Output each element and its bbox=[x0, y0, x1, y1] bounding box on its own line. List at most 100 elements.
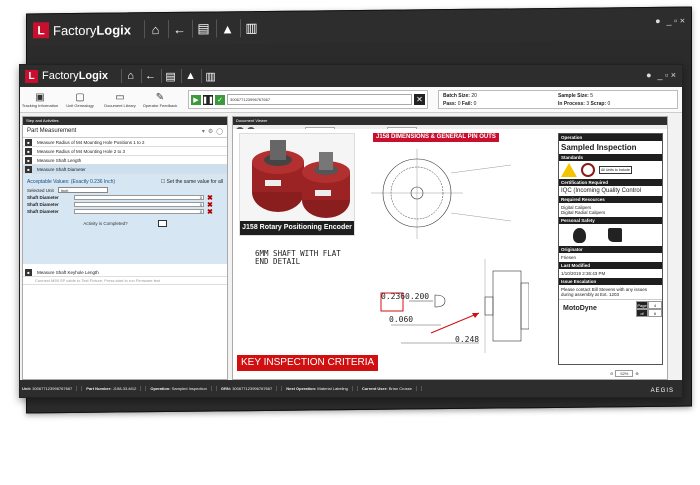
back-arrow-icon[interactable]: ← bbox=[141, 69, 156, 83]
photo-caption: J158 Rotary Positioning Encoder bbox=[240, 221, 354, 235]
escalation-value: Please contact Bill Stevens with any iss… bbox=[561, 287, 648, 297]
task-row[interactable]: ■ Measure Shaft Length bbox=[23, 156, 227, 165]
status-grn: 300677123996767667 bbox=[232, 386, 278, 391]
task-row-active[interactable]: ■ Measure Shaft Diameter bbox=[23, 165, 227, 174]
unit-genealogy-button[interactable]: ▢ Unit Genealogy bbox=[60, 92, 100, 108]
part-measurement-header[interactable]: Part Measurement ▾ ⚙ ◯ bbox=[23, 125, 227, 138]
pass-count: 0 bbox=[457, 101, 461, 107]
app-logo-icon: L bbox=[25, 69, 38, 83]
shaft-diameter-input[interactable]: 0 bbox=[74, 209, 204, 214]
motodyne-logo: MotoDyne bbox=[563, 305, 597, 312]
batch-size-label: Batch Size: bbox=[443, 93, 470, 99]
info-icon[interactable]: ◯ bbox=[216, 128, 223, 135]
standards-icons: All Units to Include bbox=[559, 161, 662, 179]
unit-label: Selected Unit bbox=[27, 187, 54, 193]
barcode-icon[interactable]: ▥ bbox=[201, 69, 216, 83]
safety-boot-icon bbox=[608, 228, 622, 242]
field-label: Shaft Diameter bbox=[27, 202, 59, 207]
play-icon[interactable]: ▶ bbox=[191, 94, 201, 105]
task-status-icon: ■ bbox=[25, 268, 32, 276]
certification-icon bbox=[581, 163, 595, 177]
page-info: Page 4 of 6 bbox=[636, 300, 662, 317]
status-part-number: J158-33-M12 bbox=[112, 386, 142, 391]
check-icon[interactable]: ✓ bbox=[215, 94, 225, 105]
settings-icon[interactable]: ⚙ bbox=[208, 128, 213, 135]
task-row[interactable]: ■ Measure Radius of M4 Mounting Hole 2 to… bbox=[23, 147, 227, 156]
aegis-logo: AEGIS bbox=[650, 388, 674, 394]
operator-feedback-button[interactable]: ✎ Operator Feedback bbox=[140, 92, 180, 108]
copy-icon[interactable]: ▤ bbox=[192, 19, 211, 38]
scan-bar: ▶ ❚❚ ✓ 300677123996767667 ✕ bbox=[188, 90, 428, 109]
remove-icon[interactable]: ✖ bbox=[207, 208, 213, 216]
safety-head: Personal Safety bbox=[559, 217, 662, 224]
status-unit: 300677123996767667 bbox=[32, 386, 78, 391]
back-arrow-icon[interactable]: ← bbox=[168, 19, 187, 39]
status-next-operation: Material Labeling bbox=[317, 386, 353, 391]
batch-size: 20 bbox=[471, 93, 477, 99]
back-window-controls[interactable]: ● _ ▫ × bbox=[655, 16, 685, 26]
home-icon[interactable]: ⌂ bbox=[121, 69, 135, 83]
barcode-icon[interactable]: ▥ bbox=[240, 19, 259, 38]
zoom-in-icon[interactable]: ⊕ bbox=[635, 371, 638, 376]
app-logo-icon: L bbox=[33, 22, 49, 39]
page-total: 6 bbox=[648, 308, 662, 317]
page-number: 4 bbox=[648, 300, 662, 309]
back-titlebar: L FactoryLogix ⌂ ← ▤ ▲ ▥ ● _ ▫ × bbox=[27, 7, 691, 47]
user-icon[interactable]: ● bbox=[646, 70, 651, 80]
tracking-information-button[interactable]: ▣ Tracking Information bbox=[20, 92, 60, 108]
batch-summary: Batch Size: 20 Sample Size: 5 Pass: 0 Fa… bbox=[438, 90, 678, 109]
alert-icon[interactable]: ▲ bbox=[181, 69, 196, 83]
respirator-mask-icon bbox=[573, 227, 586, 243]
in-process-count: 3 bbox=[586, 101, 590, 107]
document-library-button[interactable]: ▭ Document Library bbox=[100, 92, 140, 108]
dimension-0-060: 0.060 bbox=[389, 315, 414, 324]
zoom-level[interactable]: 52% bbox=[615, 370, 634, 377]
dimension-0-200: 0.200 bbox=[405, 292, 430, 301]
shaft-diameter-input[interactable]: 0 bbox=[74, 202, 204, 207]
modified-head: Last Modified bbox=[559, 262, 662, 269]
status-operation: Sampled Inspection bbox=[171, 386, 212, 391]
close-icon[interactable]: ✕ bbox=[414, 94, 425, 105]
shaft-diameter-input[interactable]: 0 bbox=[74, 195, 204, 200]
unit-select[interactable]: Inch bbox=[57, 187, 108, 193]
alert-icon[interactable]: ▲ bbox=[216, 19, 235, 38]
tracking-icon: ▣ bbox=[35, 91, 45, 103]
main-window: L FactoryLogix ⌂ ← ▤ ▲ ▥ ● _ ▫ × ▣ Trackin… bbox=[19, 64, 683, 398]
key-inspection-criteria: KEY INSPECTION CRITERIA bbox=[237, 355, 379, 371]
user-icon[interactable]: ● bbox=[655, 16, 660, 26]
document-viewer-title: Document Viewer bbox=[233, 117, 667, 125]
dimension-0-248: 0.248 bbox=[455, 335, 480, 344]
activity-complete-checkbox[interactable] bbox=[157, 220, 167, 227]
copy-icon[interactable]: ▤ bbox=[161, 69, 176, 83]
steps-panel: Step and Activities Part Measurement ▾ ⚙ ◯… bbox=[22, 116, 228, 380]
status-bar: Unit: 300677123996767667 Part Number: J1… bbox=[20, 380, 682, 397]
dimensions-banner: J158 DIMENSIONS & GENERAL PIN OUTS bbox=[373, 133, 499, 142]
task-status-icon: ■ bbox=[25, 156, 32, 164]
same-value-checkbox[interactable]: ☐ Set the same value for all bbox=[161, 179, 223, 185]
resource-item: Digital Calipers bbox=[561, 205, 592, 210]
zoom-out-icon[interactable]: ⊖ bbox=[610, 371, 613, 376]
activity-complete-label: Activity is Completed? bbox=[83, 221, 128, 226]
scan-input[interactable]: 300677123996767667 bbox=[227, 94, 412, 105]
task-row[interactable]: ■ Measure Radius of M4 Mounting Hole Posi… bbox=[23, 138, 227, 147]
pass-label: Pass: bbox=[443, 101, 457, 107]
shaft-detail-text: 6MM SHAFT WITH FLAT END DETAIL bbox=[255, 249, 341, 266]
home-icon[interactable]: ⌂ bbox=[144, 20, 163, 39]
originator-head: Originator bbox=[559, 246, 662, 253]
chevron-down-icon[interactable]: ▾ bbox=[202, 128, 205, 135]
sample-size: 5 bbox=[590, 93, 594, 99]
modified-value: 1/10/2019 2:36:43 PM bbox=[561, 271, 606, 276]
sidebar-footer: MotoDyne Page 4 of 6 bbox=[559, 299, 662, 317]
warning-icon bbox=[561, 163, 577, 177]
front-titlebar: L FactoryLogix ⌂ ← ▤ ▲ ▥ ● _ ▫ × bbox=[20, 65, 682, 87]
pause-icon[interactable]: ❚❚ bbox=[202, 94, 214, 105]
ul-label: All Units to Include bbox=[599, 166, 632, 174]
operation-sidebar: Operation Sampled Inspection Standards A… bbox=[558, 133, 663, 365]
field-label: Shaft Diameter bbox=[27, 195, 59, 200]
task-status-icon: ■ bbox=[25, 138, 32, 146]
technical-drawing bbox=[371, 149, 529, 353]
window-controls[interactable]: ● _ ▫ × bbox=[646, 70, 676, 80]
certification-head: Certification Required bbox=[559, 179, 662, 186]
fail-label: Fail: bbox=[461, 101, 473, 107]
task-row[interactable]: ■ Measure Shaft Keyhole Length bbox=[23, 268, 227, 277]
